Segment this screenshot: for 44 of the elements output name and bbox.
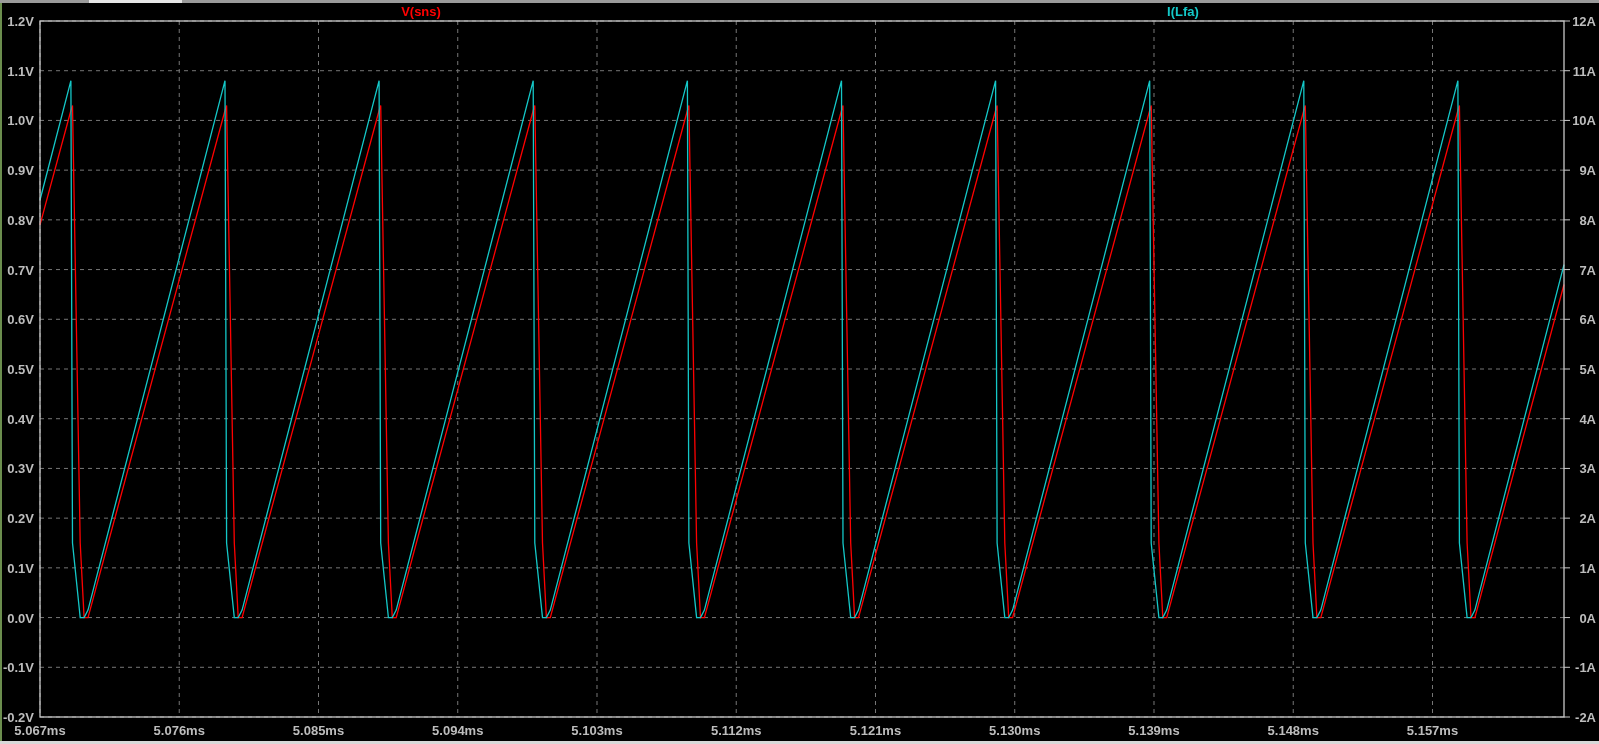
x-axis-label: 5.076ms <box>153 723 205 738</box>
y-axis-label: 2A <box>1579 511 1596 527</box>
y-axis-label: 9A <box>1579 163 1596 179</box>
x-axis-label: 5.148ms <box>1267 723 1319 738</box>
trace-label[interactable]: I(Lfa) <box>1167 4 1199 19</box>
y-axis-label: 0A <box>1579 610 1596 626</box>
y-axis-label: 0.4V <box>7 411 34 427</box>
x-axis-label: 5.085ms <box>292 723 345 738</box>
y-axis-label: 0.2V <box>7 511 34 527</box>
y-axis-label: 6A <box>1579 312 1596 328</box>
y-axis-label: 0.1V <box>7 560 34 576</box>
y-axis-label: 1.0V <box>7 113 34 129</box>
y-axis-label: 3A <box>1579 461 1596 477</box>
x-axis-label: 5.121ms <box>849 723 902 738</box>
y-axis-label: 0.9V <box>7 163 34 179</box>
y-axis-label: 4A <box>1579 411 1596 427</box>
y-axis-label: 0.0V <box>7 610 34 626</box>
y-axis-label: 0.6V <box>7 312 34 328</box>
x-axis-label: 5.130ms <box>989 723 1041 738</box>
y-axis-label: 0.7V <box>7 262 34 278</box>
x-axis-label: 5.067ms <box>14 723 66 738</box>
y-axis-label: -0.1V <box>2 660 34 676</box>
y-axis-label: -0.2V <box>2 710 34 725</box>
y-axis-label: -2A <box>1575 710 1596 725</box>
y-axis-label: 1.1V <box>7 63 34 79</box>
window-tab[interactable] <box>89 0 182 3</box>
y-axis-label: 10A <box>1572 113 1596 129</box>
y-axis-label: 5A <box>1579 362 1596 377</box>
x-axis-label: 5.139ms <box>1128 723 1180 738</box>
y-axis-label: 1.2V <box>7 14 34 29</box>
y-axis-label: 0.8V <box>7 212 34 228</box>
y-axis-label: 8A <box>1579 212 1596 228</box>
trace-label[interactable]: V(sns) <box>401 4 441 19</box>
y-axis-label: 7A <box>1579 262 1596 278</box>
x-axis-label: 5.112ms <box>710 723 762 738</box>
y-axis-label: 0.3V <box>7 461 34 477</box>
y-axis-label: 0.5V <box>7 362 34 377</box>
x-axis-label: 5.103ms <box>571 723 623 738</box>
y-axis-label: 1A <box>1579 560 1596 576</box>
x-axis-label: 5.094ms <box>432 723 484 738</box>
y-axis-label: 11A <box>1572 63 1596 79</box>
y-axis-label: -1A <box>1575 660 1596 676</box>
y-axis-label: 12A <box>1572 14 1596 29</box>
x-axis-label: 5.157ms <box>1406 723 1459 738</box>
